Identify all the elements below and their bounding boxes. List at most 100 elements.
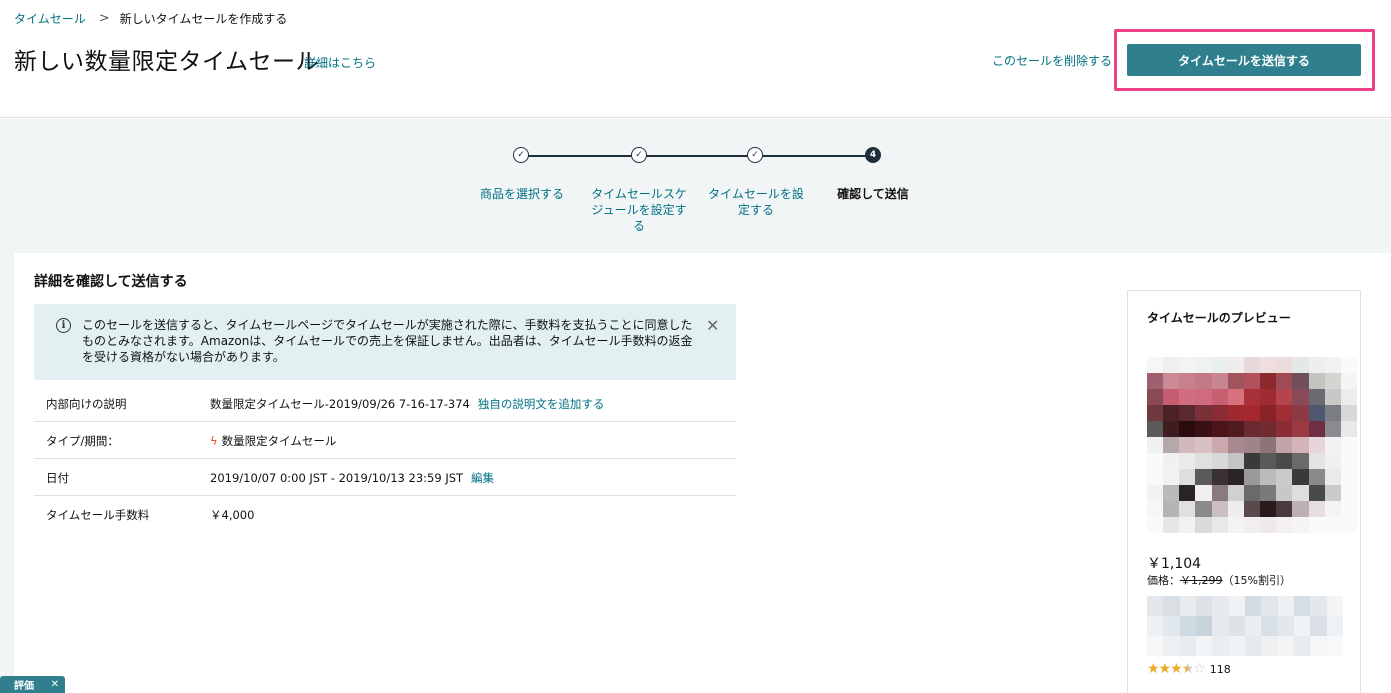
image-pixel — [1179, 636, 1196, 656]
image-pixel — [1261, 636, 1278, 656]
image-pixel — [1260, 517, 1277, 533]
lightning-icon: ϟ — [210, 434, 218, 448]
close-icon[interactable]: ✕ — [706, 316, 719, 335]
image-pixel — [1211, 357, 1228, 373]
image-pixel — [1163, 636, 1180, 656]
image-pixel — [1195, 421, 1212, 437]
image-pixel — [1260, 437, 1277, 453]
type-text: 数量限定タイムセール — [221, 434, 337, 448]
breadcrumb-link-timesale[interactable]: タイムセール — [14, 10, 86, 27]
image-pixel — [1324, 517, 1341, 533]
image-pixel — [1292, 485, 1309, 501]
close-icon[interactable]: ✕ — [51, 679, 59, 690]
image-pixel — [1243, 485, 1261, 501]
image-pixel — [1308, 501, 1325, 517]
image-pixel — [1340, 437, 1357, 453]
step-label-select-product[interactable]: 商品を選択する — [474, 186, 570, 202]
image-pixel — [1227, 437, 1244, 453]
image-pixel — [1294, 616, 1311, 636]
step-label-schedule[interactable]: タイムセールスケジュールを設定する — [591, 186, 687, 234]
image-pixel — [1340, 421, 1357, 437]
image-pixel — [1228, 596, 1245, 616]
image-pixel — [1196, 636, 1213, 656]
image-pixel — [1308, 373, 1325, 389]
image-pixel — [1195, 437, 1212, 453]
step-1-check-icon: ✓ — [513, 147, 529, 163]
image-pixel — [1196, 616, 1213, 636]
page-title: 新しい数量限定タイムセール — [14, 49, 320, 75]
image-pixel — [1245, 636, 1262, 656]
image-pixel — [1324, 421, 1341, 437]
image-pixel — [1212, 636, 1229, 656]
breadcrumb: タイムセール > 新しいタイムセールを作成する — [14, 10, 287, 27]
image-pixel — [1310, 616, 1327, 636]
image-pixel — [1243, 469, 1261, 485]
image-pixel — [1324, 501, 1341, 517]
image-pixel — [1308, 517, 1325, 533]
image-pixel — [1308, 405, 1325, 421]
image-pixel — [1228, 636, 1245, 656]
fee-value: ￥4,000 — [210, 508, 255, 522]
stepper-line — [528, 155, 878, 157]
image-pixel — [1243, 517, 1261, 533]
image-pixel — [1326, 616, 1343, 636]
submit-timesale-button[interactable]: タイムセールを送信する — [1127, 44, 1361, 76]
image-pixel — [1260, 357, 1277, 373]
image-pixel — [1179, 616, 1196, 636]
image-pixel — [1310, 596, 1327, 616]
detail-value: ϟ 数量限定タイムセール — [210, 433, 336, 449]
image-pixel — [1179, 485, 1196, 501]
image-pixel — [1308, 357, 1325, 373]
image-pixel — [1163, 616, 1180, 636]
image-pixel — [1211, 437, 1228, 453]
detail-row-type: タイプ/期間： ϟ 数量限定タイムセール — [34, 422, 736, 459]
image-pixel — [1326, 636, 1343, 656]
review-count: 118 — [1209, 662, 1231, 676]
image-pixel — [1261, 596, 1278, 616]
image-pixel — [1163, 437, 1180, 453]
image-pixel — [1277, 596, 1294, 616]
add-description-link[interactable]: 独自の説明文を追加する — [478, 397, 605, 411]
image-pixel — [1227, 453, 1244, 469]
image-pixel — [1292, 389, 1309, 405]
image-pixel — [1163, 485, 1180, 501]
image-pixel — [1340, 373, 1357, 389]
detail-link[interactable]: 詳細はこちら — [304, 54, 376, 71]
image-pixel — [1276, 437, 1293, 453]
image-pixel — [1147, 485, 1164, 501]
step-label-configure[interactable]: タイムセールを設定する — [708, 186, 804, 218]
edit-date-link[interactable]: 編集 — [471, 471, 494, 485]
feedback-tab[interactable]: 評価 ✕ — [0, 676, 65, 693]
image-pixel — [1340, 389, 1357, 405]
image-pixel — [1227, 517, 1244, 533]
image-pixel — [1195, 357, 1212, 373]
image-pixel — [1179, 405, 1196, 421]
image-pixel — [1211, 373, 1228, 389]
image-pixel — [1227, 501, 1244, 517]
step-label-confirm: 確認して送信 — [837, 187, 909, 201]
image-pixel — [1227, 405, 1244, 421]
delete-sale-link[interactable]: このセールを削除する — [992, 52, 1112, 69]
image-pixel — [1308, 485, 1325, 501]
image-pixel — [1195, 405, 1212, 421]
image-pixel — [1195, 453, 1212, 469]
image-pixel — [1294, 636, 1311, 656]
image-pixel — [1292, 373, 1309, 389]
detail-row-date: 日付 2019/10/07 0:00 JST - 2019/10/13 23:5… — [34, 459, 736, 496]
image-pixel — [1147, 405, 1164, 421]
image-pixel — [1276, 517, 1293, 533]
original-price: ￥1,299 — [1180, 574, 1223, 587]
image-pixel — [1243, 501, 1261, 517]
image-pixel — [1147, 437, 1164, 453]
image-pixel — [1292, 453, 1309, 469]
image-pixel — [1243, 389, 1261, 405]
image-pixel — [1261, 616, 1278, 636]
image-pixel — [1147, 596, 1164, 616]
image-pixel — [1245, 596, 1262, 616]
image-pixel — [1228, 616, 1245, 636]
image-pixel — [1324, 469, 1341, 485]
feedback-label[interactable]: 評価 — [14, 677, 34, 692]
image-pixel — [1340, 501, 1357, 517]
image-pixel — [1324, 453, 1341, 469]
price-line: 価格：￥1,299（15%割引） — [1147, 572, 1291, 588]
